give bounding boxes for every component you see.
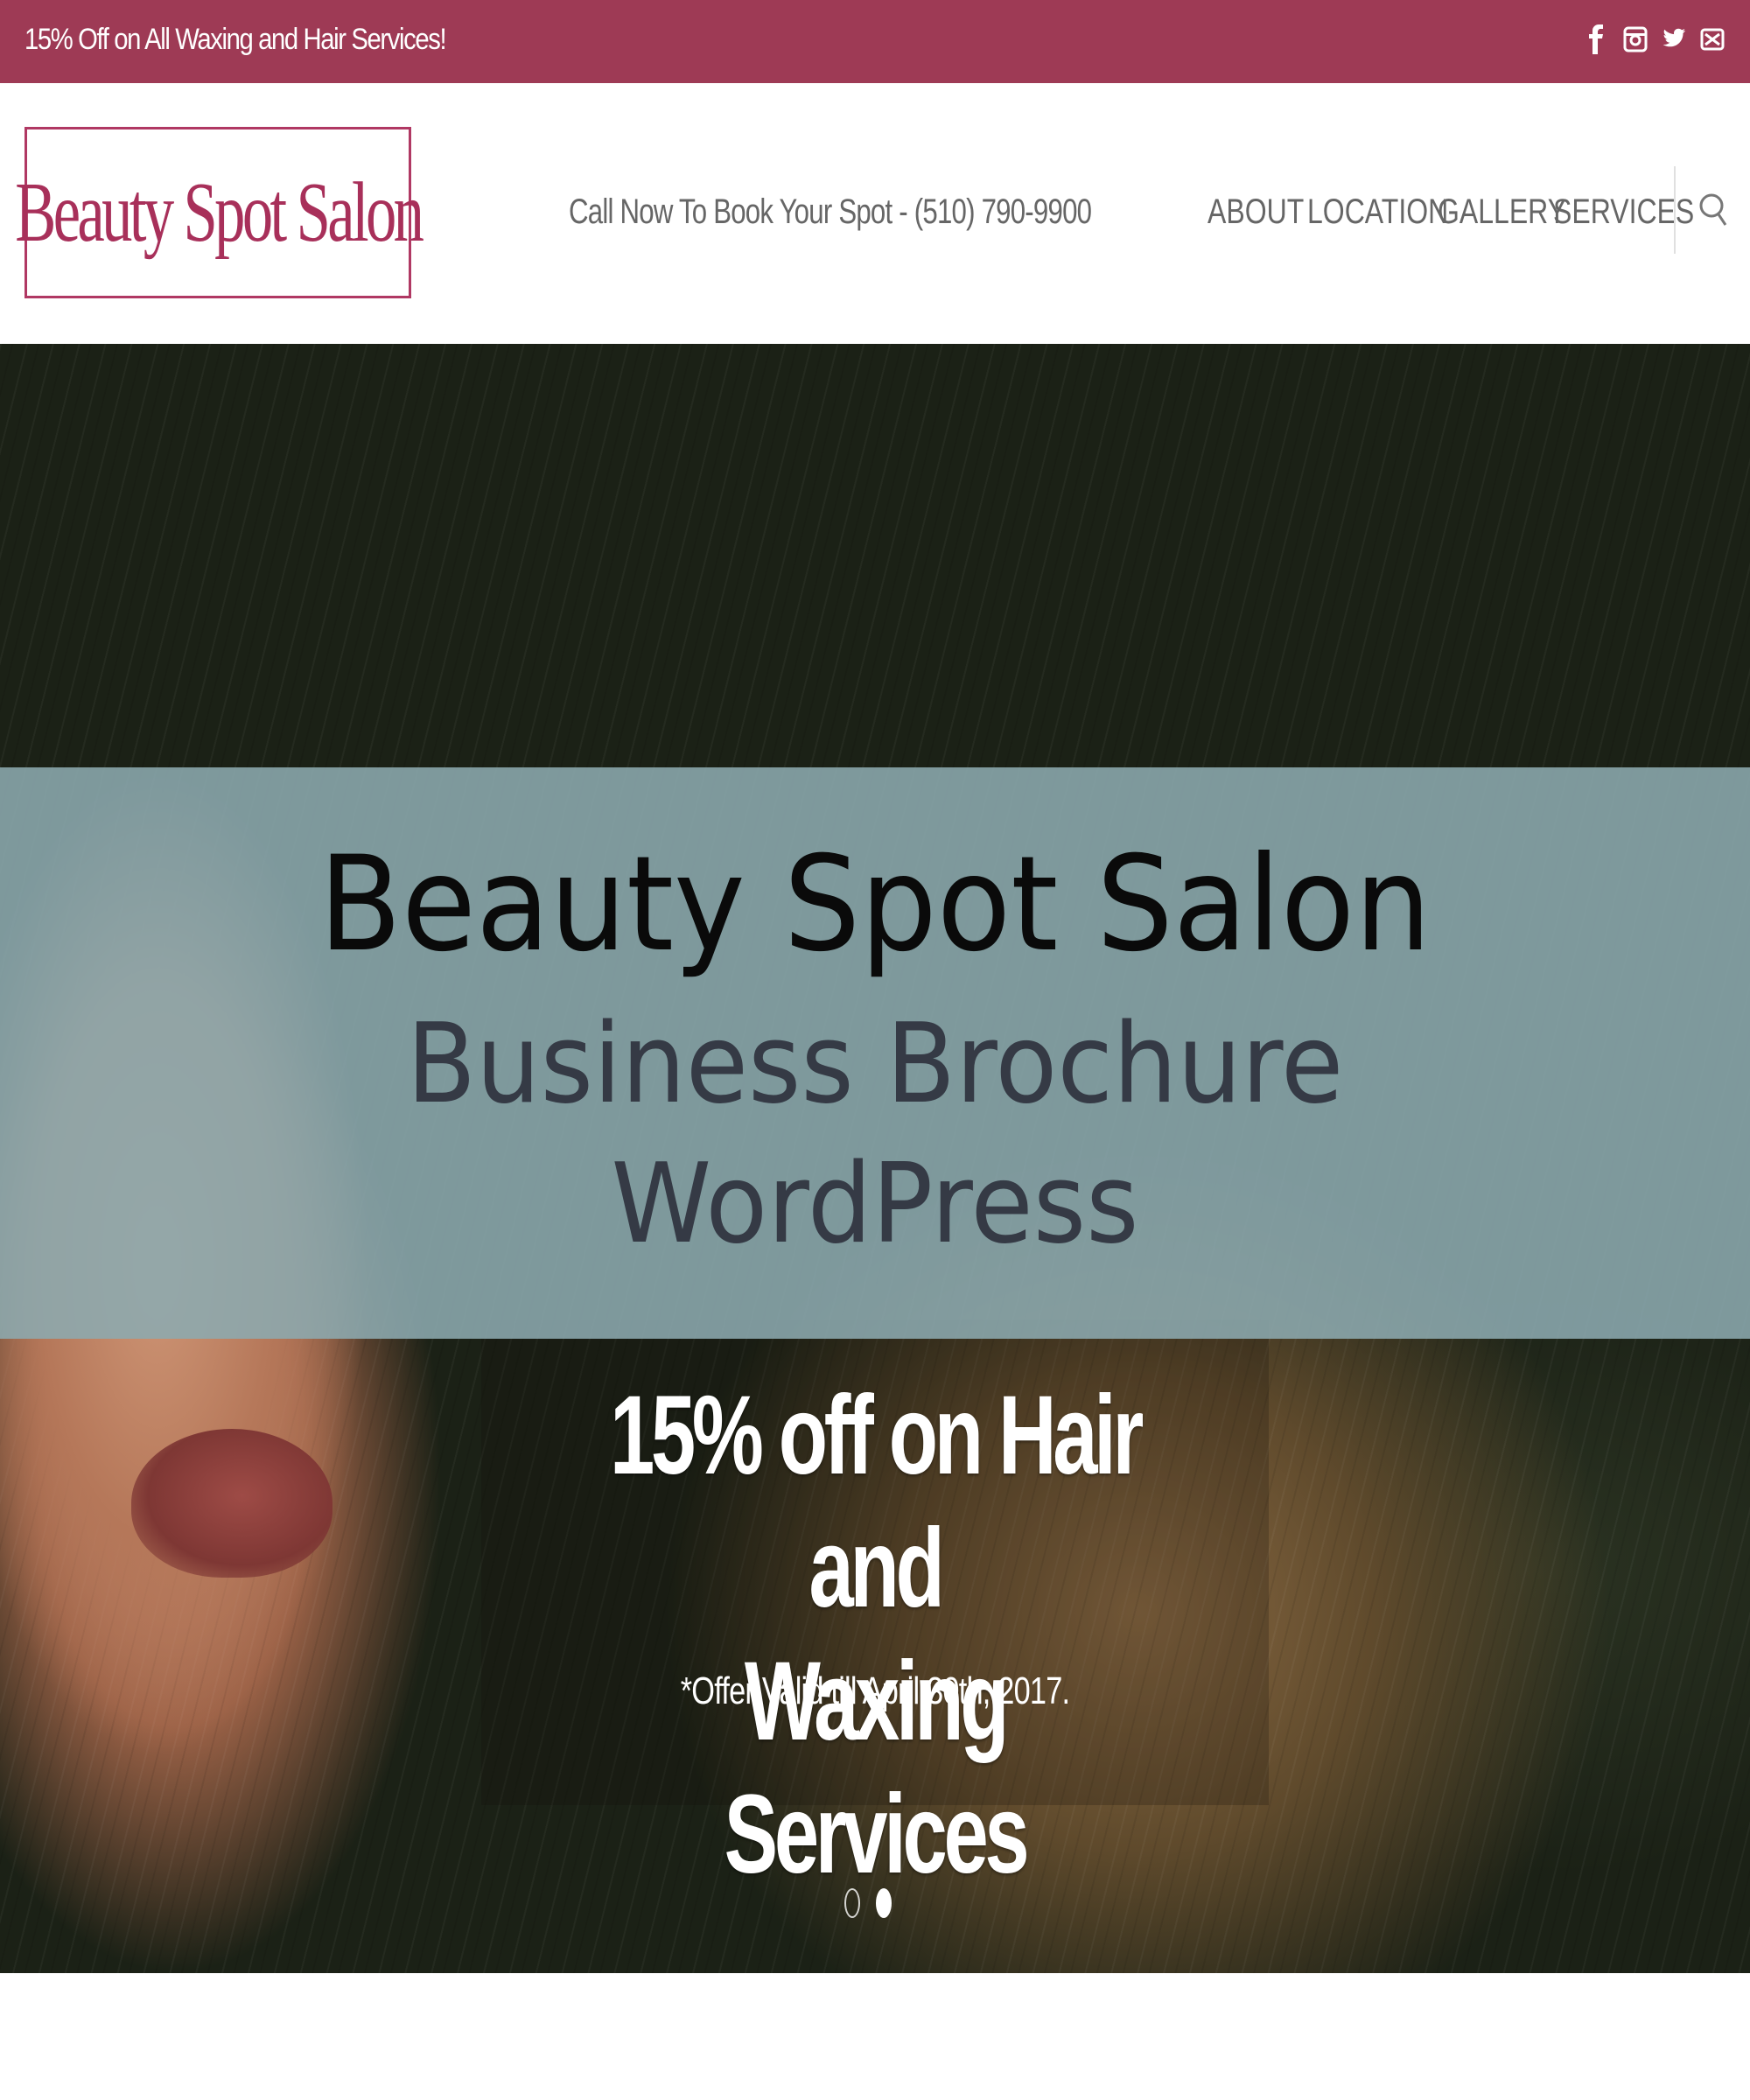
slider-dot-active[interactable] <box>876 1888 892 1918</box>
nav-location[interactable]: LOCATION <box>1307 192 1448 232</box>
nav-about[interactable]: ABOUT <box>1208 192 1304 232</box>
promo-headline-line1: 15% off on Hair and <box>609 1373 1144 1631</box>
overlay-subtitle-line2: WordPress <box>611 1139 1139 1268</box>
hero-lips-image <box>131 1429 332 1578</box>
slider-dot[interactable] <box>844 1888 860 1918</box>
overlay-title: Beauty Spot Salon <box>318 829 1432 981</box>
search-icon[interactable] <box>1696 188 1731 232</box>
overlay-subtitle-line1: Business Brochure <box>406 999 1344 1128</box>
site-header: Beauty Spot Salon Call Now To Book Your … <box>0 83 1750 346</box>
nav-divider <box>1674 166 1676 254</box>
facebook-icon[interactable] <box>1584 23 1610 56</box>
nav-gallery[interactable]: GALLERY <box>1438 192 1566 232</box>
site-logo[interactable]: Beauty Spot Salon <box>15 127 424 298</box>
promo-text: 15% Off on All Waxing and Hair Services! <box>24 23 447 56</box>
twitter-icon[interactable] <box>1661 23 1687 56</box>
slider-dots <box>844 1888 892 1918</box>
promo-headline: 15% off on Hair and Waxing Services <box>592 1369 1158 1901</box>
promo-bar: 15% Off on All Waxing and Hair Services! <box>0 0 1750 83</box>
instagram-icon[interactable] <box>1622 23 1648 56</box>
promo-note: *Offer Valid till April 30th, 2017. <box>680 1670 1070 1712</box>
logo-text: Beauty Spot Salon <box>14 165 424 260</box>
social-links <box>1584 23 1726 56</box>
email-icon[interactable] <box>1699 23 1726 56</box>
call-to-book[interactable]: Call Now To Book Your Spot - (510) 790-9… <box>569 192 1092 232</box>
title-overlay: Beauty Spot Salon Business Brochure Word… <box>0 767 1750 1339</box>
